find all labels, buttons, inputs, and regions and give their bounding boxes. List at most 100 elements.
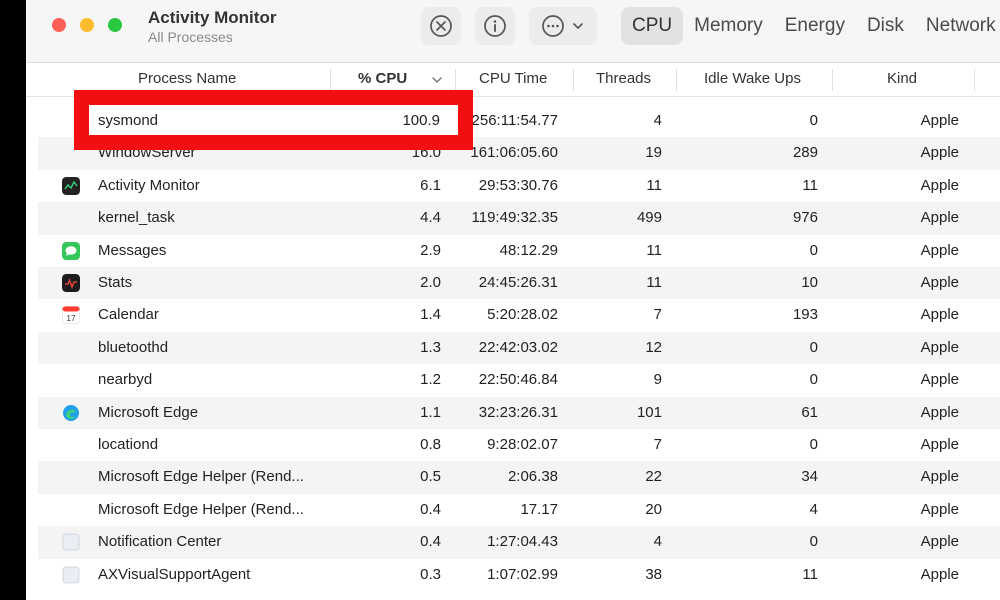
close-window-button[interactable] [52,18,66,32]
process-threads: 22 [645,468,662,486]
column-idle-wake-ups[interactable]: Idle Wake Ups [704,63,801,97]
process-name: Microsoft Edge Helper (Rend... [98,500,304,518]
notification-center-icon [62,533,80,551]
column-divider[interactable] [974,69,975,91]
column-kind[interactable]: Kind [887,63,917,97]
table-row[interactable]: Stats 2.0 24:45:26.31 11 10 Apple [38,267,1000,300]
process-cpu: 1.2 [420,371,441,389]
process-cpu-time: 1:07:02.99 [487,565,558,583]
tab-disk[interactable]: Disk [856,7,915,45]
table-row[interactable]: kernel_task 4.4 119:49:32.35 499 976 Apple [38,202,1000,235]
edge-icon [63,404,79,421]
process-cpu: 1.1 [420,403,441,421]
column-threads[interactable]: Threads [596,63,651,97]
process-name: Microsoft Edge [98,403,199,421]
process-kind: Apple [920,176,959,194]
table-row[interactable]: 17 Calendar 1.4 5:20:28.02 7 193 Apple [38,299,1000,331]
column-divider[interactable] [573,69,574,91]
process-kind: Apple [920,306,959,324]
window-subtitle: All Processes [148,29,233,45]
tab-energy[interactable]: Energy [774,7,856,45]
process-idle-wake-ups: 10 [801,274,818,291]
process-threads: 38 [645,565,662,583]
table-row[interactable]: Messages 2.9 48:12.29 11 0 Apple [38,235,1000,267]
table-row[interactable]: AXVisualSupportAgent 0.3 1:07:02.99 38 11 App… [38,559,1000,591]
activity-monitor-window: Activity Monitor All Processes CPU Memor… [26,0,1000,600]
process-kind: Apple [920,565,959,583]
process-threads: 12 [645,338,662,356]
process-name: sysmond [98,112,159,129]
process-cpu: 1.4 [420,306,441,324]
process-name: kernel_task [98,209,175,227]
process-threads: 499 [636,209,662,227]
process-kind: Apple [920,371,959,389]
table-row[interactable]: WindowServer 16.0 161:06:05.60 19 289 Apple [38,137,1000,170]
process-name: Notification Center [98,533,222,551]
maximize-window-button[interactable] [108,18,122,32]
calendar-icon: 17 [62,306,80,325]
process-cpu-time: 2:06.38 [507,468,558,486]
process-threads: 4 [653,533,662,551]
process-idle-wake-ups: 11 [802,176,818,194]
process-cpu-time: 9:28:02.07 [487,436,558,453]
process-name: bluetoothd [98,338,169,356]
process-name: Calendar [98,306,159,324]
process-kind: Apple [920,144,959,162]
process-cpu: 0.5 [420,468,441,486]
process-cpu-time: 17.17 [520,500,558,518]
process-cpu-time: 5:20:28.02 [487,306,558,324]
ellipsis-circle-icon [542,15,564,37]
window-title: Activity Monitor [148,8,277,27]
table-row[interactable]: locationd 0.8 9:28:02.07 7 0 Apple [38,429,1000,461]
process-cpu-time: 48:12.29 [499,241,558,259]
ax-agent-icon [62,566,80,583]
messages-icon [62,241,80,260]
table-row[interactable]: Microsoft Edge Helper (Rend... 0.5 2:06.38… [38,461,1000,494]
table-row[interactable]: Notification Center 0.4 1:27:04.43 4 0 Apple [38,526,1000,559]
column-process-name[interactable]: Process Name [138,63,236,97]
process-name: WindowServer [98,144,196,162]
tab-network[interactable]: Network [915,7,1000,45]
process-name: nearbyd [98,371,153,389]
table-row[interactable]: Microsoft Edge Helper (Rend... 0.4 17.17 20… [38,494,1000,526]
process-threads: 11 [646,241,662,259]
toolbar: Activity Monitor All Processes CPU Memor… [26,0,1000,63]
table-row[interactable]: Activity Monitor 6.1 29:53:30.76 11 11 Apple [38,170,1000,202]
process-idle-wake-ups: 11 [802,565,818,583]
process-idle-wake-ups: 61 [801,403,818,421]
process-idle-wake-ups: 193 [792,306,818,324]
process-kind: Apple [920,500,959,518]
process-idle-wake-ups: 0 [809,436,818,453]
process-kind: Apple [920,338,959,356]
process-cpu: 6.1 [420,176,441,194]
column-divider[interactable] [832,69,833,91]
column-divider[interactable] [676,69,677,91]
svg-text:17: 17 [67,314,76,323]
table-row[interactable]: Microsoft Edge 1.1 32:23:26.31 101 61 Apple [38,396,1000,429]
stop-process-button[interactable] [421,7,461,45]
column-cpu[interactable]: % CPU [358,63,407,97]
process-threads: 20 [645,500,662,518]
highlighted-row[interactable]: sysmond 100.9 [89,105,458,135]
process-cpu-time: 256:11:54.77 [471,112,558,129]
process-cpu: 2.0 [420,274,441,291]
process-cpu: 0.3 [420,565,441,583]
process-idle-wake-ups: 4 [809,500,818,518]
column-divider[interactable] [455,69,456,91]
column-divider[interactable] [330,69,331,91]
process-cpu: 0.4 [420,533,441,551]
tab-memory[interactable]: Memory [683,7,774,45]
more-actions-button[interactable] [529,7,597,45]
table-row[interactable]: nearbyd 1.2 22:50:46.84 9 0 Apple [38,364,1000,396]
process-threads: 19 [645,144,662,162]
inspect-process-button[interactable] [475,7,515,45]
column-cpu-time[interactable]: CPU Time [479,63,547,97]
process-name: Stats [98,274,133,291]
tab-cpu[interactable]: CPU [621,7,684,45]
minimize-window-button[interactable] [80,18,94,32]
process-cpu-time: 24:45:26.31 [478,274,558,291]
process-idle-wake-ups: 0 [809,112,818,129]
table-row[interactable]: bluetoothd 1.3 22:42:03.02 12 0 Apple [38,331,1000,365]
process-threads: 11 [646,176,662,194]
process-idle-wake-ups: 0 [809,241,818,259]
